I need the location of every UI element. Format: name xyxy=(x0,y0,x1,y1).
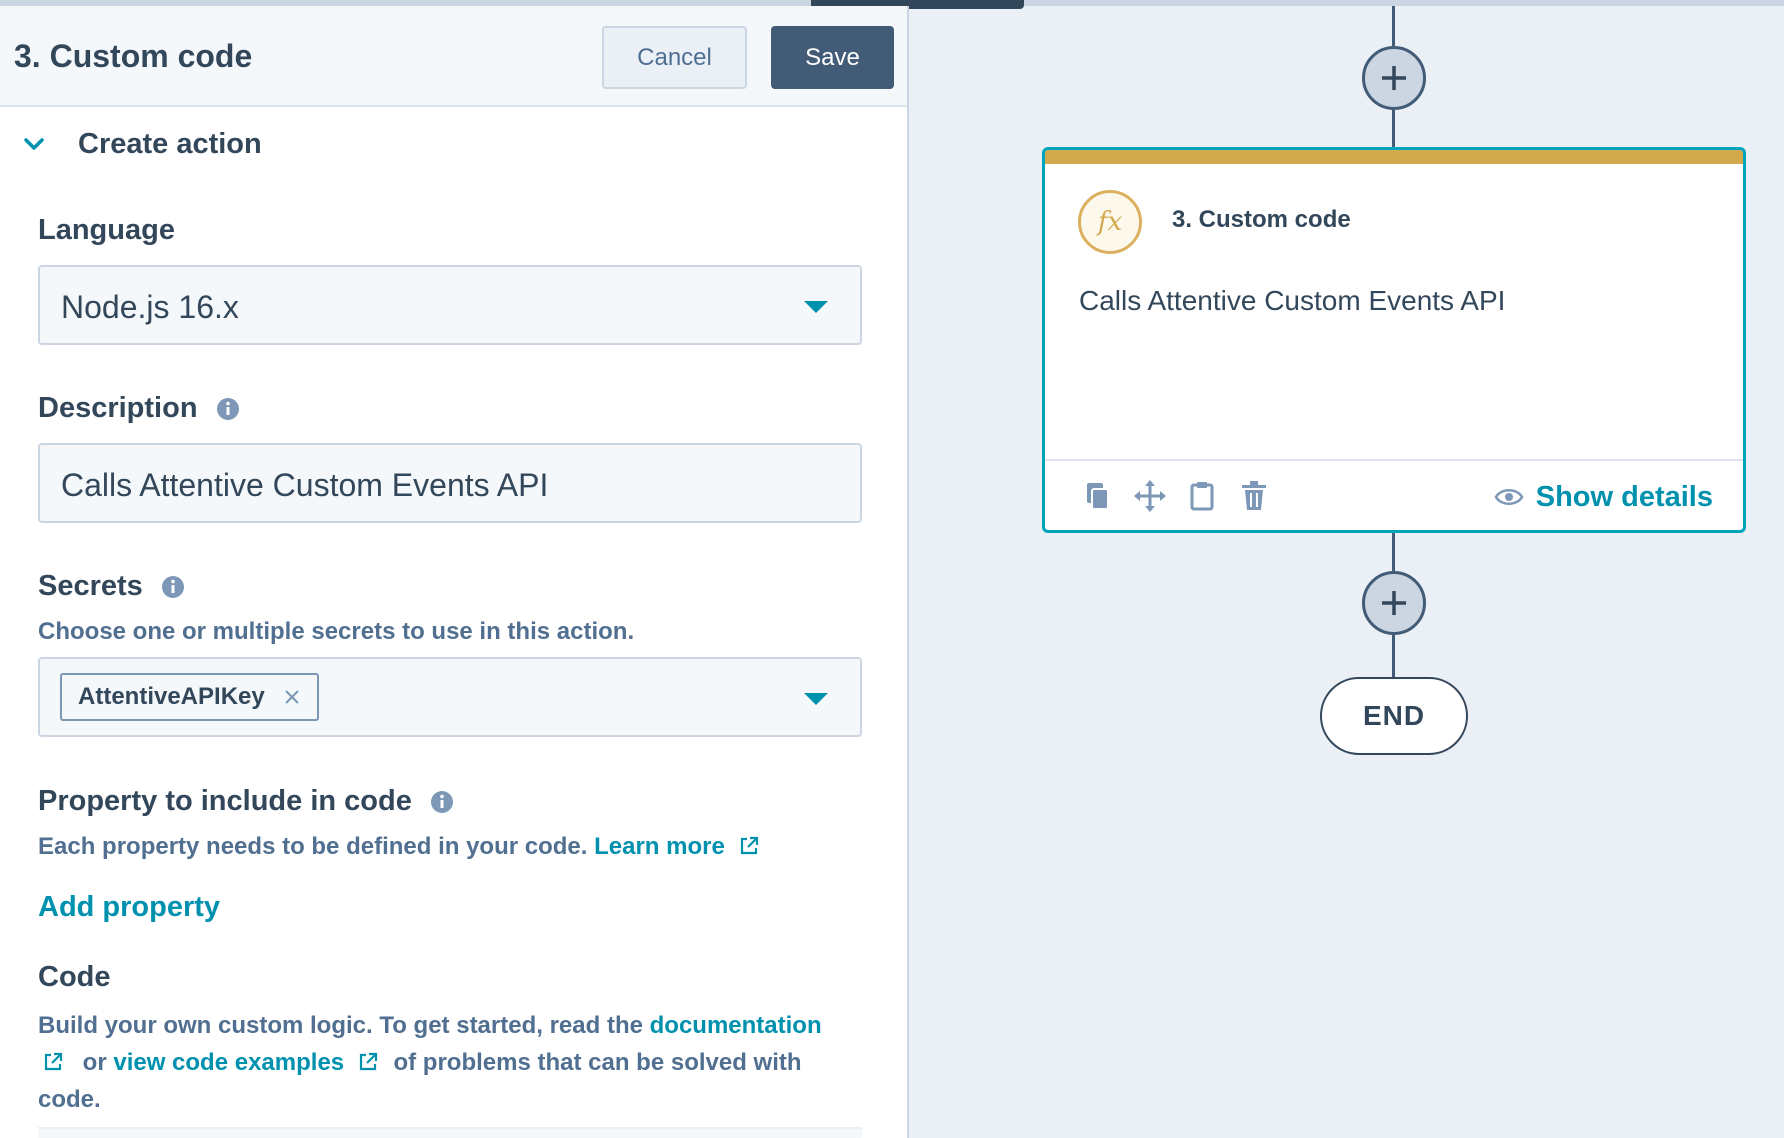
card-stripe xyxy=(1045,150,1743,164)
learn-more-link[interactable]: Learn more xyxy=(594,833,725,860)
action-card[interactable]: fx 3. Custom code Calls Attentive Custom… xyxy=(1042,147,1746,533)
secret-tag: AttentiveAPIKey xyxy=(60,673,319,721)
code-help-part-1: Build your own custom logic. To get star… xyxy=(38,1012,643,1039)
description-label: Description xyxy=(38,392,240,425)
info-icon[interactable] xyxy=(216,397,240,421)
panel-header: 3. Custom code Cancel Save xyxy=(0,6,907,107)
code-help-part-3: of problems that can be solved with xyxy=(393,1049,802,1076)
description-label-text: Description xyxy=(38,392,198,424)
save-button[interactable]: Save xyxy=(771,26,894,89)
chevron-down-icon xyxy=(24,138,44,150)
description-value: Calls Attentive Custom Events API xyxy=(61,467,549,503)
caret-down-icon xyxy=(804,693,828,705)
code-help: Build your own custom logic. To get star… xyxy=(38,1007,868,1118)
connector-line xyxy=(1392,635,1395,677)
external-link-icon xyxy=(44,1052,63,1071)
code-editor[interactable] xyxy=(38,1127,862,1138)
external-link-icon xyxy=(359,1052,377,1071)
card-toolbar: Show details xyxy=(1045,459,1743,530)
end-node: END xyxy=(1320,677,1468,755)
secret-tag-label: AttentiveAPIKey xyxy=(78,683,265,710)
external-link-icon xyxy=(740,836,758,855)
secrets-help: Choose one or multiple secrets to use in… xyxy=(38,618,635,645)
section-title: Create action xyxy=(78,127,262,160)
language-select[interactable]: Node.js 16.x xyxy=(38,265,862,345)
connector-line xyxy=(1392,6,1395,46)
add-step-button[interactable] xyxy=(1362,46,1426,110)
property-label: Property to include in code xyxy=(38,785,454,818)
view-code-examples-link[interactable]: view code examples xyxy=(113,1049,344,1076)
clipboard-icon[interactable] xyxy=(1185,479,1219,513)
move-icon[interactable] xyxy=(1133,479,1167,513)
close-icon[interactable] xyxy=(283,688,301,706)
code-help-part-2: or xyxy=(82,1049,107,1076)
add-property-link[interactable]: Add property xyxy=(38,891,220,924)
create-action-toggle[interactable]: Create action xyxy=(20,124,262,164)
caret-down-icon xyxy=(804,301,828,313)
show-details-label: Show details xyxy=(1535,480,1713,513)
panel-title: 3. Custom code xyxy=(14,38,253,74)
property-help-text: Each property needs to be defined in you… xyxy=(38,833,588,860)
cancel-button[interactable]: Cancel xyxy=(602,26,747,89)
action-editor-panel: 3. Custom code Cancel Save Create action… xyxy=(0,6,909,1138)
code-label-text: Code xyxy=(38,961,111,993)
trash-icon[interactable] xyxy=(1237,479,1271,513)
card-title: 3. Custom code xyxy=(1172,206,1351,233)
connector-line xyxy=(1392,533,1395,571)
connector-line xyxy=(1392,110,1395,148)
property-label-text: Property to include in code xyxy=(38,785,412,817)
info-icon[interactable] xyxy=(161,575,185,599)
add-step-button[interactable] xyxy=(1362,571,1426,635)
secrets-select[interactable]: AttentiveAPIKey xyxy=(38,657,862,737)
info-icon[interactable] xyxy=(430,790,454,814)
card-description: Calls Attentive Custom Events API xyxy=(1079,285,1506,316)
code-label: Code xyxy=(38,961,111,994)
language-label-text: Language xyxy=(38,214,175,246)
documentation-link[interactable]: documentation xyxy=(650,1012,822,1039)
language-label: Language xyxy=(38,214,175,247)
secrets-label-text: Secrets xyxy=(38,570,143,602)
eye-icon xyxy=(1494,489,1524,505)
code-help-part-4: code. xyxy=(38,1086,101,1113)
show-details-button[interactable]: Show details xyxy=(1494,479,1713,515)
secrets-label: Secrets xyxy=(38,570,185,603)
function-icon: fx xyxy=(1078,190,1142,254)
end-label: END xyxy=(1362,700,1426,731)
property-help: Each property needs to be defined in you… xyxy=(38,833,760,861)
clone-icon[interactable] xyxy=(1081,479,1115,513)
language-value: Node.js 16.x xyxy=(61,289,239,325)
plus-icon xyxy=(1382,66,1406,90)
description-input[interactable]: Calls Attentive Custom Events API xyxy=(38,443,862,523)
plus-icon xyxy=(1382,591,1406,615)
